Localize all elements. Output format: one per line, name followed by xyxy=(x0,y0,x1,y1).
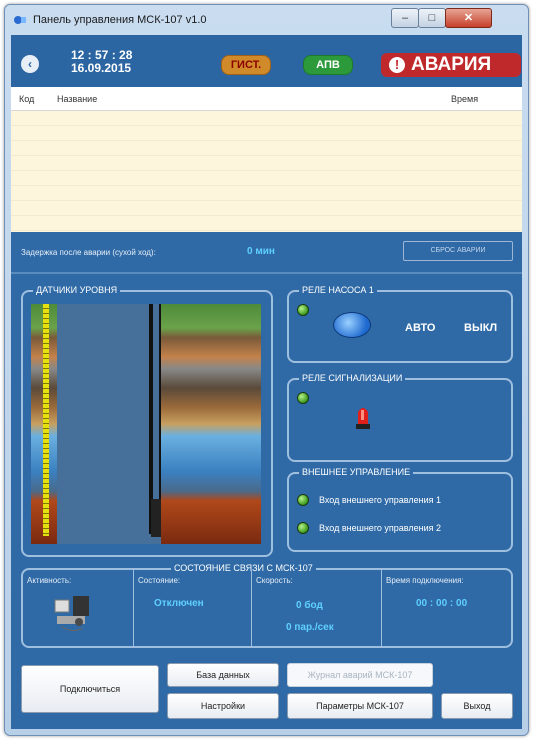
window-title: Панель управления МСК-107 v1.0 xyxy=(33,14,207,26)
minimize-button[interactable]: – xyxy=(391,8,419,28)
log-header: Код Название Время xyxy=(11,87,522,111)
status-bar: ‹ 12 : 57 : 28 16.09.2015 ГИСТ. АПВ ! АВ… xyxy=(11,35,522,87)
database-button[interactable]: База данных xyxy=(167,663,279,687)
delay-label: Задержка после аварии (сухой ход): xyxy=(21,248,156,257)
maximize-button[interactable]: □ xyxy=(418,8,446,28)
alarm-icon: ! xyxy=(389,57,405,73)
client-area: ‹ 12 : 57 : 28 16.09.2015 ГИСТ. АПВ ! АВ… xyxy=(11,35,522,729)
connect-button[interactable]: Подключиться xyxy=(21,665,159,713)
col-time: Время xyxy=(451,94,479,104)
apv-badge: АПВ xyxy=(303,55,353,75)
parameters-button[interactable]: Параметры МСК-107 xyxy=(287,693,433,719)
alarm-banner: ! АВАРИЯ xyxy=(381,53,521,77)
log-body xyxy=(11,111,522,232)
clock-date: 16.09.2015 xyxy=(71,61,132,75)
alarm-label: АВАРИЯ xyxy=(411,54,492,75)
app-icon xyxy=(14,16,26,24)
close-button[interactable]: ✕ xyxy=(445,8,492,28)
col-code: Код xyxy=(19,94,35,104)
col-name: Название xyxy=(57,94,98,104)
reset-alarm-button[interactable]: СБРОС АВАРИИ xyxy=(403,241,513,261)
alarm-log-table[interactable]: Код Название Время xyxy=(11,87,522,232)
clock: 12 : 57 : 28 16.09.2015 xyxy=(71,49,132,75)
delay-row: Задержка после аварии (сухой ход): 0 мин… xyxy=(11,232,522,272)
delay-value: 0 мин xyxy=(247,246,275,257)
app-window: Панель управления МСК-107 v1.0 – □ ✕ ‹ 1… xyxy=(4,4,529,736)
exit-button[interactable]: Выход xyxy=(441,693,513,719)
hysteresis-badge: ГИСТ. xyxy=(221,55,271,75)
settings-button[interactable]: Настройки xyxy=(167,693,279,719)
back-arrow-icon[interactable]: ‹ xyxy=(21,55,39,73)
title-bar[interactable]: Панель управления МСК-107 v1.0 – □ ✕ xyxy=(5,5,528,35)
